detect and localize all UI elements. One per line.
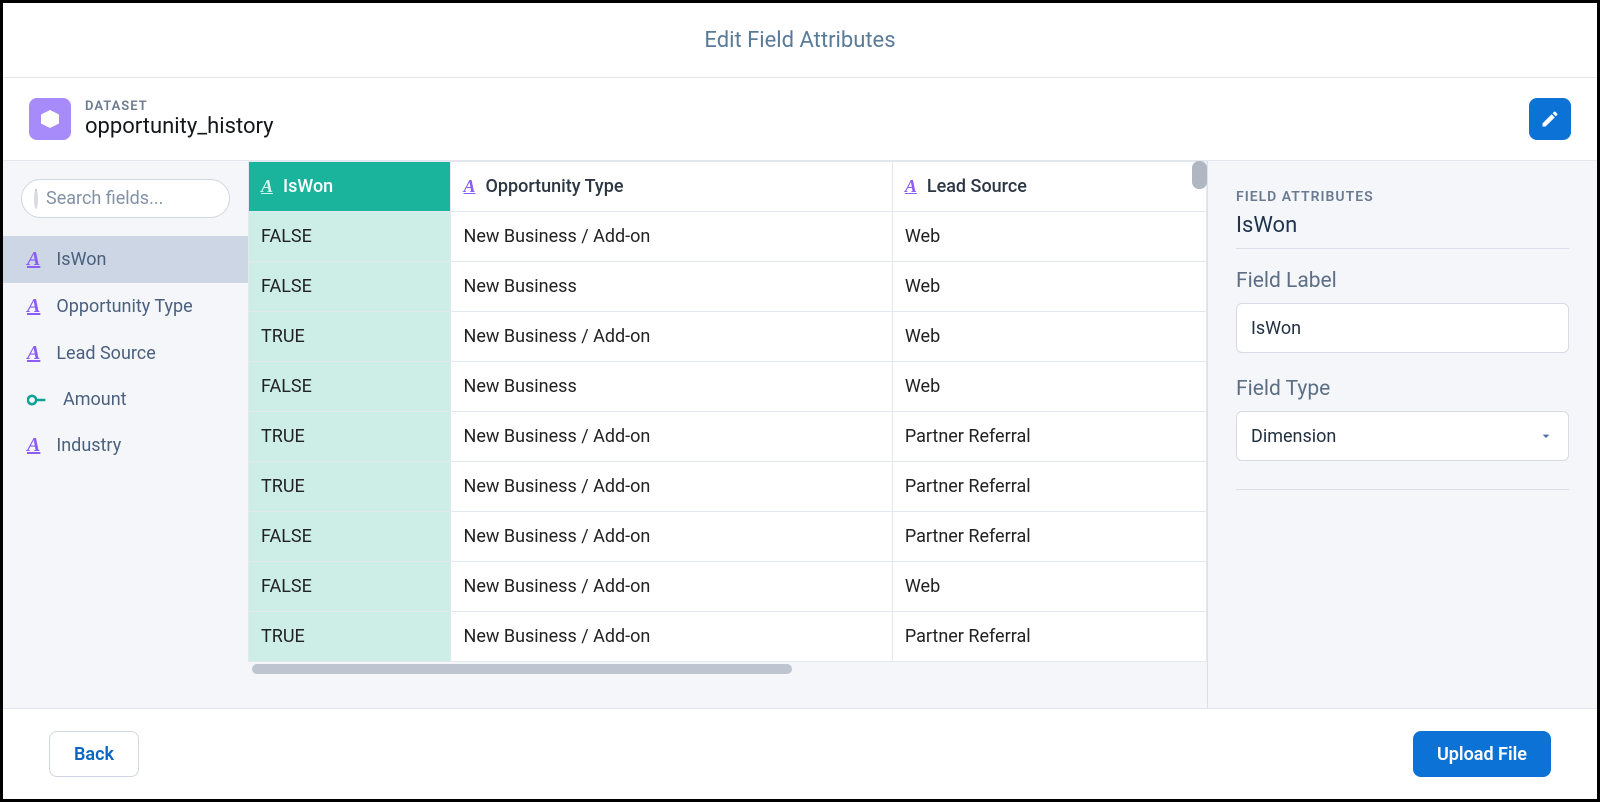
column-header-opportunity-type[interactable]: A Opportunity Type	[451, 162, 892, 212]
table-row: TRUENew Business / Add-onWeb	[249, 312, 1207, 362]
modal-header: Edit Field Attributes	[3, 3, 1597, 78]
field-type-select[interactable]: Dimension	[1236, 411, 1569, 461]
table-cell: TRUE	[249, 412, 451, 462]
table-cell: TRUE	[249, 462, 451, 512]
field-label-input[interactable]	[1236, 303, 1569, 353]
column-header-label: Opportunity Type	[486, 176, 624, 197]
selected-field-name: IsWon	[1236, 213, 1569, 249]
table-header-row: A IsWon A Opportunity Type A Lead Source	[249, 162, 1207, 212]
table-row: FALSENew BusinessWeb	[249, 362, 1207, 412]
horizontal-scrollbar[interactable]	[248, 662, 1207, 676]
table-cell: New Business / Add-on	[451, 512, 892, 562]
dataset-label: DATASET	[85, 99, 274, 114]
dimension-icon: A	[27, 248, 40, 271]
table-cell: New Business / Add-on	[451, 562, 892, 612]
dataset-bar: DATASET opportunity_history	[3, 78, 1597, 160]
table-row: TRUENew Business / Add-onPartner Referra…	[249, 612, 1207, 662]
field-type-value: Dimension	[1251, 426, 1336, 447]
table-cell: Web	[892, 312, 1206, 362]
field-item-label: Opportunity Type	[56, 296, 192, 317]
table-body: FALSENew Business / Add-onWebFALSENew Bu…	[249, 212, 1207, 662]
column-header-lead-source[interactable]: A Lead Source	[892, 162, 1206, 212]
dataset-icon	[29, 98, 71, 140]
table-row: FALSENew Business / Add-onWeb	[249, 562, 1207, 612]
table-row: FALSENew Business / Add-onPartner Referr…	[249, 512, 1207, 562]
sidebar-field-industry[interactable]: A Industry	[3, 422, 248, 469]
dimension-icon: A	[27, 434, 40, 457]
table-cell: New Business	[451, 362, 892, 412]
footer: Back Upload File	[3, 709, 1597, 799]
table-row: FALSENew Business / Add-onWeb	[249, 212, 1207, 262]
table-row: TRUENew Business / Add-onPartner Referra…	[249, 462, 1207, 512]
edit-dataset-button[interactable]	[1529, 98, 1571, 140]
table-cell: TRUE	[249, 612, 451, 662]
chevron-down-icon	[1538, 428, 1554, 444]
table-cell: New Business / Add-on	[451, 462, 892, 512]
modal-title: Edit Field Attributes	[704, 28, 895, 53]
preview-table-wrap: A IsWon A Opportunity Type A Lead Source FALS…	[248, 161, 1207, 708]
search-input[interactable]	[46, 188, 274, 209]
table-cell: Web	[892, 212, 1206, 262]
dimension-icon: A	[27, 342, 40, 365]
table-cell: New Business / Add-on	[451, 312, 892, 362]
table-cell: TRUE	[249, 312, 451, 362]
pencil-icon	[1540, 109, 1560, 129]
field-list: A IsWon A Opportunity Type A Lead Source Amoun…	[3, 236, 248, 469]
table-cell: New Business / Add-on	[451, 412, 892, 462]
table-cell: FALSE	[249, 512, 451, 562]
sidebar-field-opportunity-type[interactable]: A Opportunity Type	[3, 283, 248, 330]
table-cell: New Business	[451, 262, 892, 312]
field-item-label: IsWon	[56, 249, 106, 270]
back-button[interactable]: Back	[49, 731, 139, 777]
table-cell: FALSE	[249, 262, 451, 312]
sidebar-field-amount[interactable]: Amount	[3, 377, 248, 422]
table-cell: Partner Referral	[892, 512, 1206, 562]
table-cell: Web	[892, 362, 1206, 412]
table-row: TRUENew Business / Add-onPartner Referra…	[249, 412, 1207, 462]
field-item-label: Industry	[56, 435, 121, 456]
table-cell: New Business / Add-on	[451, 612, 892, 662]
field-attributes-heading: FIELD ATTRIBUTES	[1236, 189, 1569, 205]
table-cell: Partner Referral	[892, 412, 1206, 462]
dimension-icon: A	[261, 176, 273, 196]
sidebar: A IsWon A Opportunity Type A Lead Source Amoun…	[3, 161, 248, 708]
search-field[interactable]	[21, 179, 230, 218]
field-label-label: Field Label	[1236, 269, 1569, 293]
column-header-label: Lead Source	[927, 176, 1027, 197]
attributes-divider	[1236, 489, 1569, 490]
dimension-icon: A	[905, 176, 917, 196]
table-row: FALSENew BusinessWeb	[249, 262, 1207, 312]
dataset-text: DATASET opportunity_history	[85, 99, 274, 139]
table-cell: Partner Referral	[892, 612, 1206, 662]
field-type-label: Field Type	[1236, 377, 1569, 401]
preview-table: A IsWon A Opportunity Type A Lead Source FALS…	[248, 161, 1207, 662]
table-cell: Partner Referral	[892, 462, 1206, 512]
search-spinner-icon	[34, 189, 38, 209]
horizontal-scrollbar-thumb[interactable]	[252, 664, 792, 674]
table-cell: FALSE	[249, 362, 451, 412]
field-item-label: Amount	[63, 389, 127, 410]
upload-file-button[interactable]: Upload File	[1413, 731, 1551, 777]
table-cell: Web	[892, 262, 1206, 312]
sidebar-field-lead-source[interactable]: A Lead Source	[3, 330, 248, 377]
column-header-iswon[interactable]: A IsWon	[249, 162, 451, 212]
field-item-label: Lead Source	[56, 343, 155, 364]
field-attributes-panel: FIELD ATTRIBUTES IsWon Field Label Field…	[1207, 161, 1597, 708]
table-cell: FALSE	[249, 212, 451, 262]
table-cell: New Business / Add-on	[451, 212, 892, 262]
dimension-icon: A	[27, 295, 40, 318]
column-header-label: IsWon	[283, 176, 333, 197]
table-cell: FALSE	[249, 562, 451, 612]
dimension-icon: A	[463, 176, 475, 196]
dataset-name: opportunity_history	[85, 114, 274, 139]
table-cell: Web	[892, 562, 1206, 612]
vertical-scrollbar-thumb[interactable]	[1192, 161, 1207, 189]
main: A IsWon A Opportunity Type A Lead Source Amoun…	[3, 160, 1597, 709]
measure-icon	[27, 393, 47, 407]
sidebar-field-iswon[interactable]: A IsWon	[3, 236, 248, 283]
